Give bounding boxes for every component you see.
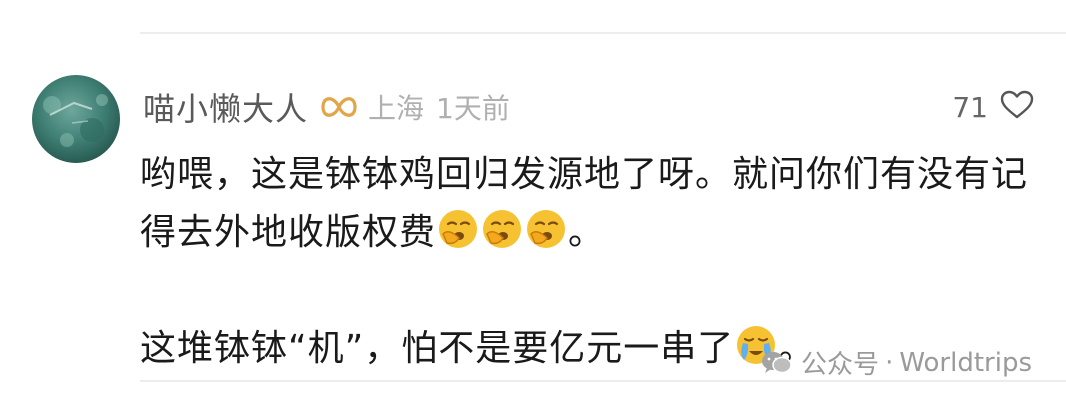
watermark-name: Worldtrips [899, 347, 1032, 378]
wechat-icon [761, 350, 793, 376]
watermark: 公众号 · Worldtrips [761, 344, 1032, 381]
watermark-prefix: 公众号 [801, 350, 880, 380]
like-button[interactable]: 71 [952, 90, 1034, 124]
yawn-emoji [525, 208, 567, 250]
paragraph-1-end: 。 [568, 212, 606, 253]
yawn-emoji [481, 208, 523, 250]
bottom-divider [140, 380, 1066, 382]
user-avatar[interactable] [32, 75, 120, 163]
like-count: 71 [952, 90, 988, 124]
comment-paragraph-1: 哟喂，这是钵钵鸡回归发源地了呀。就问你们有没有记得去外地收版权费。 [140, 146, 1050, 262]
paragraph-2-text: 这堆钵钵“机”，怕不是要亿元一串了 [140, 328, 735, 369]
comment-location: 上海 [368, 92, 425, 125]
watermark-separator: · [885, 347, 894, 378]
comment-header: 喵小懒大人 上海 1天前 [143, 82, 510, 132]
heart-icon[interactable] [1000, 90, 1034, 124]
comment-time: 1天前 [436, 92, 510, 125]
top-divider [140, 32, 1066, 34]
infinity-badge-icon [320, 91, 358, 123]
yawn-emoji [437, 208, 479, 250]
username[interactable]: 喵小懒大人 [143, 84, 308, 130]
